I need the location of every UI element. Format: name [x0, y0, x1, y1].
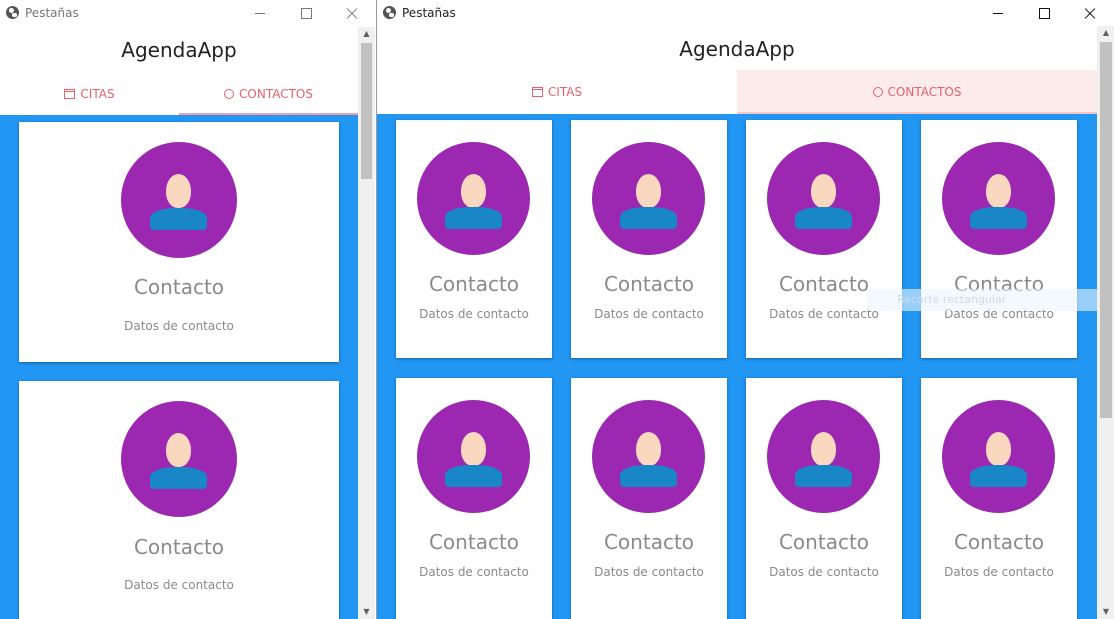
- vertical-scrollbar[interactable]: ▲ ▼: [358, 27, 375, 619]
- tab-contactos[interactable]: CONTACTOS: [737, 70, 1097, 114]
- contact-card[interactable]: Contacto Datos de contacto: [396, 120, 552, 358]
- avatar-icon: [592, 142, 705, 255]
- contact-details: Datos de contacto: [419, 307, 529, 321]
- tab-citas[interactable]: CITAS: [0, 73, 179, 115]
- app-title: AgendaApp: [121, 38, 237, 62]
- tab-label: CITAS: [80, 87, 115, 101]
- maximize-button[interactable]: [283, 0, 329, 27]
- contact-name: Contacto: [778, 530, 870, 554]
- avatar-icon: [942, 142, 1055, 255]
- contact-details: Datos de contacto: [124, 578, 234, 592]
- app-title: AgendaApp: [679, 37, 795, 61]
- maximize-button[interactable]: [1021, 0, 1067, 27]
- avatar-icon: [121, 142, 237, 258]
- contact-card[interactable]: Contacto Datos de contacto: [746, 378, 902, 619]
- contact-name: Contacto: [603, 272, 695, 296]
- face-icon: [872, 87, 883, 97]
- contact-name: Contacto: [133, 275, 225, 299]
- left-window: Pestañas AgendaApp CITAS CONTACTOS Conta…: [0, 0, 375, 619]
- contact-card[interactable]: Contacto Datos de contacto: [396, 378, 552, 619]
- window-title: Pestañas: [25, 6, 79, 20]
- scroll-thumb[interactable]: [1100, 42, 1112, 418]
- contact-name: Contacto: [603, 530, 695, 554]
- tab-bar: CITAS CONTACTOS: [0, 73, 358, 115]
- scroll-up-arrow-icon[interactable]: ▲: [1097, 26, 1114, 40]
- vertical-scrollbar[interactable]: ▲ ▼: [1097, 26, 1114, 619]
- contact-card[interactable]: Contacto Datos de contacto: [571, 378, 727, 619]
- contacts-list[interactable]: Contacto Datos de contacto Contacto Dato…: [0, 115, 358, 619]
- avatar-icon: [417, 400, 530, 513]
- contact-details: Datos de contacto: [594, 307, 704, 321]
- contact-details: Datos de contacto: [419, 565, 529, 579]
- contact-card[interactable]: Contacto Datos de contacto: [921, 120, 1077, 358]
- scroll-thumb[interactable]: [361, 43, 372, 179]
- contact-details: Datos de contacto: [944, 565, 1054, 579]
- tab-label: CONTACTOS: [239, 87, 313, 101]
- avatar-icon: [121, 401, 237, 517]
- snip-overlay-hint: Recorte rectangular: [867, 289, 1097, 311]
- globe-icon: [383, 6, 396, 19]
- globe-icon: [6, 6, 19, 19]
- title-bar[interactable]: Pestañas: [0, 0, 375, 27]
- scroll-down-arrow-icon[interactable]: ▼: [358, 605, 375, 619]
- right-window: Pestañas AgendaApp CITAS CONTACTOS Conta…: [376, 0, 1114, 619]
- calendar-icon: [531, 87, 543, 97]
- scroll-down-arrow-icon[interactable]: ▼: [1097, 605, 1114, 619]
- avatar-icon: [767, 142, 880, 255]
- contact-card[interactable]: Contacto Datos de contacto: [19, 381, 339, 619]
- face-icon: [224, 89, 235, 99]
- contact-name: Contacto: [133, 535, 225, 559]
- contact-details: Datos de contacto: [124, 319, 234, 333]
- contact-name: Contacto: [428, 272, 520, 296]
- close-button[interactable]: [329, 0, 375, 27]
- contact-card[interactable]: Contacto Datos de contacto: [921, 378, 1077, 619]
- scroll-up-arrow-icon[interactable]: ▲: [358, 27, 375, 41]
- contacts-grid[interactable]: Contacto Datos de contacto Contacto Dato…: [377, 114, 1097, 619]
- avatar-icon: [942, 400, 1055, 513]
- window-title: Pestañas: [402, 6, 456, 20]
- title-bar[interactable]: Pestañas: [377, 0, 1114, 27]
- contact-card[interactable]: Contacto Datos de contacto: [19, 122, 339, 362]
- avatar-icon: [417, 142, 530, 255]
- calendar-icon: [64, 89, 76, 99]
- tab-bar: CITAS CONTACTOS: [377, 70, 1097, 114]
- contact-name: Contacto: [428, 530, 520, 554]
- contact-card[interactable]: Contacto Datos de contacto: [571, 120, 727, 358]
- tab-contactos[interactable]: CONTACTOS: [179, 73, 358, 115]
- tab-label: CITAS: [547, 85, 583, 99]
- contact-name: Contacto: [953, 530, 1045, 554]
- minimize-button[interactable]: [237, 0, 283, 27]
- avatar-icon: [592, 400, 705, 513]
- close-button[interactable]: [1067, 0, 1113, 27]
- contact-card[interactable]: Contacto Datos de contacto: [746, 120, 902, 358]
- contact-details: Datos de contacto: [769, 565, 879, 579]
- contact-details: Datos de contacto: [594, 565, 704, 579]
- tab-citas[interactable]: CITAS: [377, 70, 737, 114]
- tab-label: CONTACTOS: [887, 85, 962, 99]
- minimize-button[interactable]: [975, 0, 1021, 27]
- avatar-icon: [767, 400, 880, 513]
